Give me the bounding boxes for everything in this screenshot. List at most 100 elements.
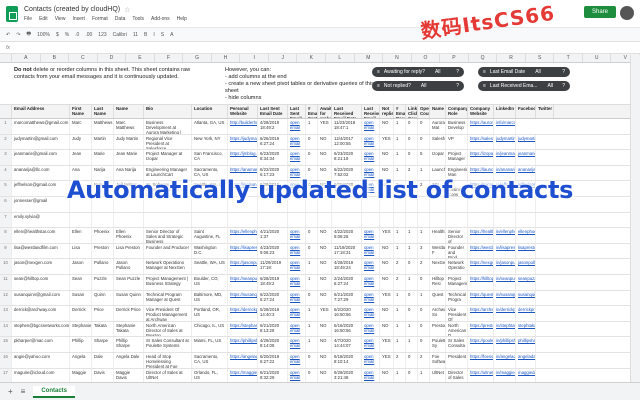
- column-header[interactable]: Facebook: [516, 105, 536, 118]
- table-cell[interactable]: [446, 212, 468, 228]
- column-letter[interactable]: J: [269, 54, 298, 62]
- toolbar-button[interactable]: %: [65, 32, 69, 38]
- table-cell[interactable]: open email: [362, 306, 380, 321]
- table-cell[interactable]: in/angeladale: [494, 352, 516, 368]
- table-cell[interactable]: [468, 212, 494, 228]
- table-cell[interactable]: 0: [418, 274, 430, 290]
- table-cell[interactable]: 0: [406, 352, 418, 368]
- column-header[interactable]: Name: [114, 105, 144, 118]
- column-header[interactable]: Not replied?: [380, 105, 394, 118]
- table-cell[interactable]: 1: [406, 337, 418, 352]
- table-cell[interactable]: 6/22/2020 6:27:24: [258, 290, 288, 306]
- column-letter[interactable]: C: [69, 54, 98, 62]
- menu-item[interactable]: Add-ons: [151, 16, 170, 22]
- table-cell[interactable]: open email: [288, 368, 306, 384]
- table-cell[interactable]: 0: [406, 259, 418, 274]
- table-cell[interactable]: Angela: [70, 352, 92, 368]
- toolbar-button[interactable]: ↶: [6, 32, 10, 38]
- table-cell[interactable]: Angela Dale: [114, 352, 144, 368]
- table-cell[interactable]: Technical Progra: [446, 290, 468, 306]
- table-cell[interactable]: Founder and Producer: [144, 243, 192, 259]
- table-cell[interactable]: Business Develop: [446, 119, 468, 134]
- table-cell[interactable]: [418, 212, 430, 228]
- table-row[interactable]: 7 emily.sylvia@: [0, 212, 640, 229]
- table-cell[interactable]: NO: [318, 228, 332, 243]
- table-cell[interactable]: HealthStar: [430, 228, 446, 243]
- table-cell[interactable]: emily.sylvia@: [12, 212, 70, 228]
- table-cell[interactable]: maguire@icloud.com: [12, 368, 70, 384]
- table-cell[interactable]: judymartin@gmail.com: [12, 134, 70, 150]
- table-cell[interactable]: [332, 212, 362, 228]
- table-cell[interactable]: Matthews: [92, 119, 114, 134]
- column-letter[interactable]: D: [98, 54, 127, 62]
- table-cell[interactable]: 2: [418, 259, 430, 274]
- table-cell[interactable]: 6/21/2020 8:13:28: [258, 321, 288, 337]
- table-cell[interactable]: in/derrickprice: [494, 306, 516, 321]
- table-cell[interactable]: open email: [288, 274, 306, 290]
- table-cell[interactable]: Westland F: [430, 243, 446, 259]
- table-cell[interactable]: Sean Puzzle: [114, 274, 144, 290]
- table-cell[interactable]: 11/29/2019 17:19:: [258, 259, 288, 274]
- table-cell[interactable]: 6/23/2020 8:34:34: [258, 150, 288, 165]
- table-cell[interactable]: 11/19/2020 17:18:31: [332, 243, 362, 259]
- table-row[interactable]: 13 derrick@archway.com Derrick Price Derrick…: [0, 306, 640, 322]
- column-header[interactable]: Company Role: [446, 105, 468, 118]
- table-cell[interactable]: Quinn: [92, 290, 114, 306]
- table-cell[interactable]: Puzzle: [92, 274, 114, 290]
- table-cell[interactable]: 0: [406, 134, 418, 150]
- table-cell[interactable]: NO: [318, 134, 332, 150]
- table-cell[interactable]: seanpuzzle: [516, 274, 536, 290]
- table-cell[interactable]: [318, 212, 332, 228]
- table-cell[interactable]: open email: [288, 134, 306, 150]
- table-cell[interactable]: https://nexgen.com: [468, 259, 494, 274]
- column-header[interactable]: Company Website: [468, 105, 494, 118]
- column-letter[interactable]: T: [554, 54, 583, 62]
- table-cell[interactable]: NO: [318, 337, 332, 352]
- table-row[interactable]: 3 jeanmarie@gmail.com Jean Marie Jean Marie P…: [0, 150, 640, 166]
- table-cell[interactable]: Seattle, WA, US: [192, 259, 228, 274]
- menu-item[interactable]: Edit: [39, 16, 48, 22]
- toolbar-button[interactable]: 11: [133, 32, 138, 38]
- column-letter[interactable]: Q: [469, 54, 498, 62]
- table-cell[interactable]: NO: [380, 243, 394, 259]
- table-cell[interactable]: NO: [380, 259, 394, 274]
- table-cell[interactable]: North American D: [446, 321, 468, 337]
- table-cell[interactable]: info/marcomatt: [494, 119, 516, 134]
- table-cell[interactable]: ellenphoenix: [516, 228, 536, 243]
- table-cell[interactable]: NO: [380, 119, 394, 134]
- menu-item[interactable]: View: [55, 16, 66, 22]
- row-number[interactable]: 1: [0, 119, 12, 134]
- table-cell[interactable]: Atlanta, GA, US: [192, 119, 228, 134]
- table-cell[interactable]: Sacramento, CA, US: [192, 352, 228, 368]
- table-cell[interactable]: [430, 212, 446, 228]
- table-cell[interactable]: Preston: [92, 243, 114, 259]
- table-cell[interactable]: Marc: [70, 119, 92, 134]
- table-cell[interactable]: https://ultnet.com: [468, 368, 494, 384]
- table-cell[interactable]: judymartin: [516, 134, 536, 150]
- table-cell[interactable]: [380, 212, 394, 228]
- table-cell[interactable]: San Francisco, CA: [192, 150, 228, 165]
- table-cell[interactable]: 1: [418, 228, 430, 243]
- table-cell[interactable]: marcomatthews@gmail.com: [12, 119, 70, 134]
- table-cell[interactable]: NO: [380, 368, 394, 384]
- formula-input[interactable]: [14, 44, 640, 52]
- table-cell[interactable]: in/jeanmarie: [494, 150, 516, 165]
- table-cell[interactable]: susanquinn@gmail.com: [12, 290, 70, 306]
- table-cell[interactable]: Sharpe: [92, 337, 114, 352]
- menu-item[interactable]: Help: [177, 16, 187, 22]
- table-row[interactable]: 2 judymartin@gmail.com Judy Martin Judy Mart…: [0, 134, 640, 151]
- table-cell[interactable]: Judy Martin: [114, 134, 144, 150]
- table-cell[interactable]: 1: [406, 228, 418, 243]
- table-cell[interactable]: open email: [288, 306, 306, 321]
- table-cell[interactable]: 0: [406, 306, 418, 321]
- table-cell[interactable]: open email: [362, 274, 380, 290]
- toolbar-button[interactable]: B: [144, 32, 147, 38]
- table-cell[interactable]: 1: [418, 368, 430, 384]
- filter-chip-last-received[interactable]: ≡ Last Received Ema... All ?: [478, 81, 570, 91]
- table-cell[interactable]: YES: [318, 306, 332, 321]
- table-cell[interactable]: open email: [362, 321, 380, 337]
- table-cell[interactable]: https://hilltopresi.com: [468, 274, 494, 290]
- table-cell[interactable]: NO: [318, 368, 332, 384]
- table-cell[interactable]: open email: [362, 259, 380, 274]
- column-header[interactable]: Last Name: [92, 105, 114, 118]
